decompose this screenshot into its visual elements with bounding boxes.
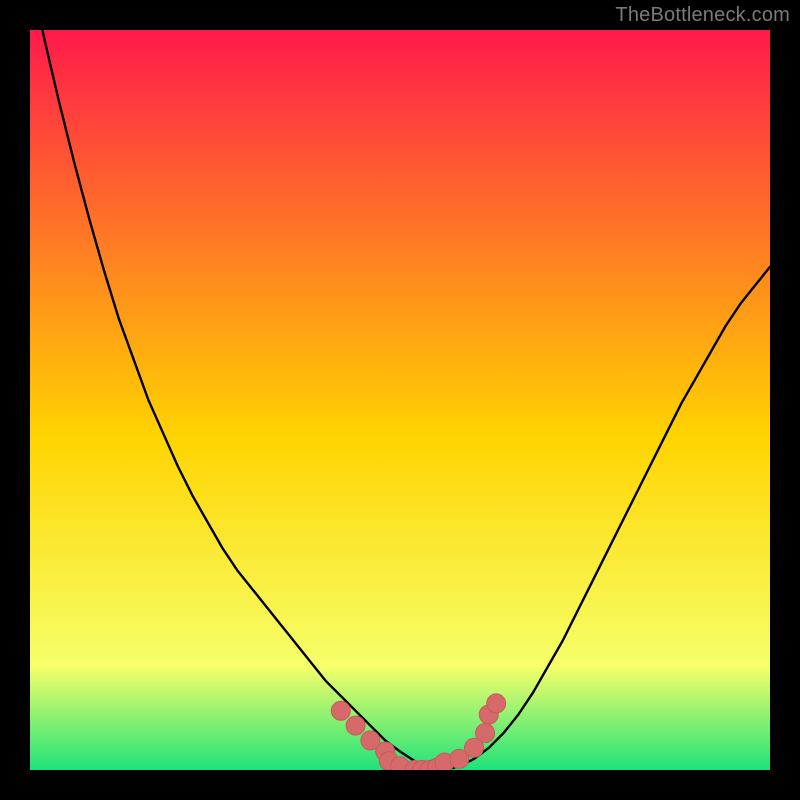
highlight-marker (487, 694, 506, 713)
chart-stage: TheBottleneck.com (0, 0, 800, 800)
watermark-text: TheBottleneck.com (615, 4, 790, 27)
highlight-marker (331, 701, 350, 720)
gradient-background (30, 30, 770, 770)
highlight-marker (476, 724, 495, 743)
highlight-marker (346, 716, 365, 735)
bottleneck-chart (30, 30, 770, 770)
